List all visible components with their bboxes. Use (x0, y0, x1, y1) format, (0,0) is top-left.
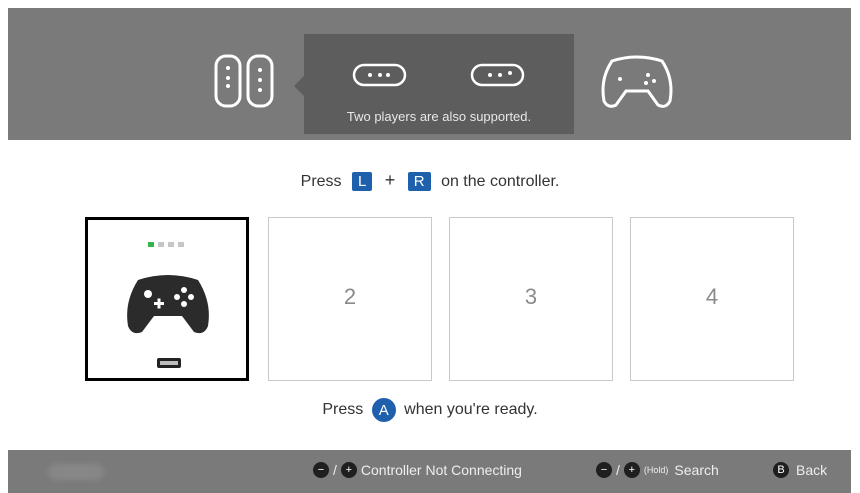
back-hint[interactable]: B Back (773, 462, 827, 478)
r-key: R (407, 172, 431, 191)
back-label: Back (796, 462, 828, 478)
instr-prefix: Press (300, 173, 342, 190)
led-4 (178, 242, 184, 247)
led-1 (148, 242, 154, 247)
two-players-hint: Two players are also supported. (346, 109, 532, 124)
two-player-callout: Two players are also supported. (294, 34, 574, 134)
ready-prefix: Press (322, 401, 364, 419)
hint-label: Controller Not Connecting (360, 462, 522, 478)
instr-suffix: on the controller. (441, 173, 560, 190)
minus-button-icon: − (313, 462, 329, 478)
plus-button-icon: + (623, 462, 640, 478)
blurred-icon (48, 464, 104, 480)
controller-setup-screen: Two players are also supported. Press L … (0, 0, 860, 493)
ready-prompt: Press A when you're ready. (0, 398, 860, 422)
controller-type-banner: Two players are also supported. (8, 8, 851, 140)
hint-separator: / (333, 462, 337, 478)
search-hint[interactable]: − / + (Hold) Search (596, 462, 719, 478)
sideways-joycon-right-icon (470, 63, 525, 87)
hint-separator: / (616, 462, 620, 478)
plus-sign: + (384, 170, 396, 190)
footer-bar: − / + Controller Not Connecting − / + (H… (8, 450, 851, 493)
led-3 (168, 242, 174, 247)
hint-label: Search (674, 462, 719, 478)
joycons-icon (214, 54, 274, 108)
pairing-instructions: Press L + R on the controller. (0, 170, 860, 191)
plus-button-icon: + (340, 462, 357, 478)
player-slot-4[interactable]: 4 (630, 217, 794, 381)
sideways-joycon-left-icon (352, 63, 407, 87)
controller-icon (127, 275, 209, 334)
slot-number: 3 (524, 284, 538, 309)
slot-number: 2 (343, 284, 357, 309)
led-2 (158, 242, 164, 247)
player-slot-2[interactable]: 2 (268, 217, 432, 381)
pro-controller-icon (601, 55, 673, 108)
slot-number: 4 (705, 284, 719, 309)
player-led-indicator (148, 242, 184, 247)
player-slot-3[interactable]: 3 (449, 217, 613, 381)
b-button-icon: B (773, 462, 789, 478)
controller-not-connecting-hint[interactable]: − / + Controller Not Connecting (313, 462, 522, 478)
a-button-icon[interactable]: A (371, 398, 396, 422)
player-slot-1[interactable] (85, 217, 249, 381)
hold-label: (Hold) (643, 465, 669, 475)
ready-suffix: when you're ready. (404, 401, 538, 419)
l-key: L (352, 172, 373, 191)
battery-icon (157, 358, 181, 368)
minus-button-icon: − (596, 462, 612, 478)
